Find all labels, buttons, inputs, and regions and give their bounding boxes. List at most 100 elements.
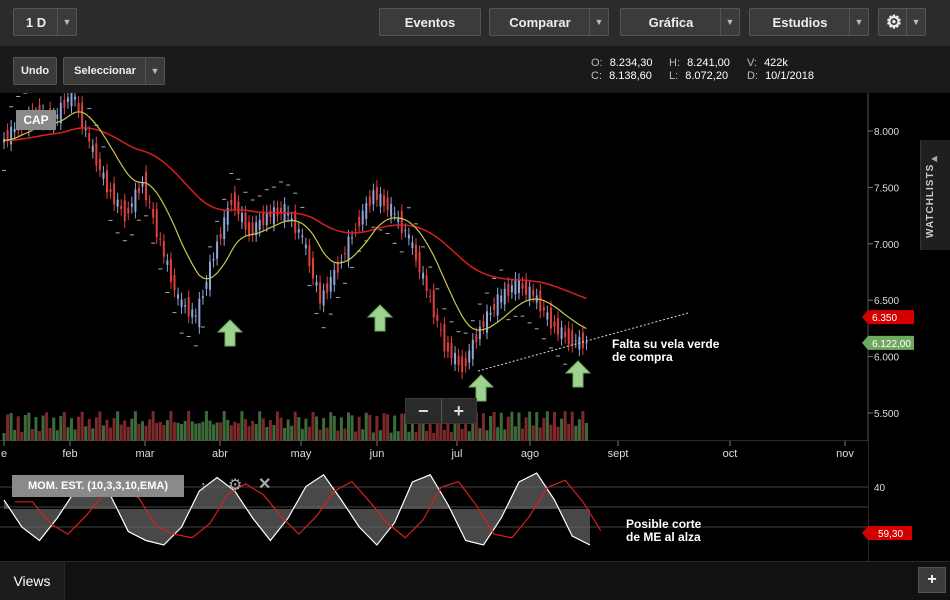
sar-dot xyxy=(506,319,511,321)
sar-dot xyxy=(413,223,418,225)
sar-dot xyxy=(236,178,241,180)
volume-bar xyxy=(13,429,17,441)
candle-body xyxy=(258,219,261,230)
interval-select[interactable]: 1 D ▼ xyxy=(13,8,77,36)
candle-body xyxy=(567,328,570,345)
volume-bar xyxy=(180,424,184,441)
arrow-up-icon[interactable]: ↑ xyxy=(200,478,207,493)
volume-bar xyxy=(190,421,194,441)
candle-body xyxy=(137,187,140,194)
undo-button[interactable]: Undo xyxy=(13,57,57,85)
sar-dot xyxy=(442,308,447,310)
x-tick-label: sept xyxy=(608,448,629,460)
compare-button[interactable]: Comparar ▼ xyxy=(489,8,609,36)
candle-body xyxy=(560,327,563,339)
volume-bar xyxy=(251,420,255,441)
annotation-buy-candle: Falta su vela verde de compra xyxy=(612,337,720,364)
events-button[interactable]: Eventos xyxy=(379,8,481,36)
candle-body xyxy=(116,199,119,207)
candle-body xyxy=(564,331,567,338)
candle-body xyxy=(244,212,247,230)
volume-bar xyxy=(300,428,304,441)
settings-button[interactable]: ⚙ ▼ xyxy=(878,8,926,36)
volume-bar xyxy=(293,411,297,441)
watchlists-panel[interactable]: ◀ WATCHLISTS xyxy=(920,140,950,250)
select-label: Seleccionar xyxy=(74,65,136,77)
candle-body xyxy=(237,201,240,215)
volume-bar xyxy=(357,416,361,441)
zoom-in-button[interactable]: + xyxy=(442,399,477,423)
volume-bar xyxy=(119,424,123,441)
sar-dot xyxy=(499,269,504,271)
candle-body xyxy=(439,329,442,331)
volume-bar xyxy=(400,413,404,441)
indicator-tag[interactable]: MOM. EST. (10,3,3,10,EMA) xyxy=(12,475,184,497)
candle-body xyxy=(354,229,357,231)
candle-body xyxy=(201,296,204,299)
select-dropdown[interactable]: Seleccionar ▼ xyxy=(63,57,165,85)
candle-body xyxy=(375,186,378,201)
price-tags: 6.350 6.122,00 59,30 xyxy=(862,310,914,540)
volume-bar xyxy=(339,417,343,441)
candle-body xyxy=(400,211,403,233)
candle-body xyxy=(216,241,219,259)
sar-dot xyxy=(556,355,561,357)
candle-body xyxy=(461,356,464,372)
candle-body xyxy=(77,102,80,112)
candle-body xyxy=(272,207,275,225)
sar-dot xyxy=(371,226,376,228)
sub-toolbar: Undo Seleccionar ▼ O: 8.234,30 C: 8.138,… xyxy=(0,47,950,93)
symbol-tag[interactable]: CAP xyxy=(16,110,56,130)
candle-body xyxy=(141,182,144,187)
views-tab[interactable]: Views xyxy=(0,562,65,600)
volume-bar xyxy=(382,413,386,441)
candle-body xyxy=(361,210,364,225)
y-tick-label: 6.500 xyxy=(874,296,899,307)
volume-bar xyxy=(94,417,98,441)
candle-body xyxy=(436,314,439,321)
sar-dot xyxy=(264,189,269,191)
sar-dot xyxy=(229,172,234,174)
candle-body xyxy=(315,281,318,286)
watchlists-label: WATCHLISTS xyxy=(925,163,936,238)
candle-body xyxy=(6,130,9,141)
candle-body xyxy=(219,233,222,239)
volume-bar xyxy=(133,411,137,441)
add-view-button[interactable]: + xyxy=(918,567,946,593)
chart-button[interactable]: Gráfica ▼ xyxy=(620,8,740,36)
sar-dot xyxy=(421,246,426,248)
volume-bar xyxy=(41,415,45,441)
sar-dot xyxy=(399,251,404,253)
zoom-out-button[interactable]: − xyxy=(406,399,442,423)
sar-dot xyxy=(563,363,568,365)
volume-bar xyxy=(563,411,567,441)
candle-body xyxy=(326,283,329,293)
sar-dot xyxy=(321,327,326,329)
candle-body xyxy=(411,242,414,249)
price-axis: 8.000 7.500 7.000 6.500 6.000 5.500 xyxy=(868,127,899,420)
volume-bar xyxy=(538,427,542,441)
price-tag-label: 6.350 xyxy=(872,313,897,324)
sar-dot xyxy=(435,288,440,290)
volume-bar xyxy=(386,414,390,441)
volume-bar xyxy=(396,431,400,441)
volume-bar xyxy=(268,420,272,441)
candle-body xyxy=(358,216,361,227)
gear-icon[interactable]: ⚙ xyxy=(228,475,242,495)
candle-body xyxy=(333,270,336,286)
sar-dot xyxy=(520,315,525,317)
close-icon[interactable]: ✕ xyxy=(258,474,271,494)
sar-dot xyxy=(286,184,291,186)
volume-bar xyxy=(112,417,116,441)
time-axis-bg xyxy=(0,441,868,461)
candle-body xyxy=(525,280,528,295)
candle-body xyxy=(422,272,425,279)
sar-dot xyxy=(257,195,262,197)
studies-button[interactable]: Estudios ▼ xyxy=(749,8,869,36)
candle-body xyxy=(489,312,492,315)
volume-bar xyxy=(492,412,496,441)
volume-bar xyxy=(467,431,471,441)
candle-body xyxy=(230,199,233,205)
chevron-down-icon: ▼ xyxy=(906,9,925,35)
volume-bar xyxy=(261,418,265,441)
